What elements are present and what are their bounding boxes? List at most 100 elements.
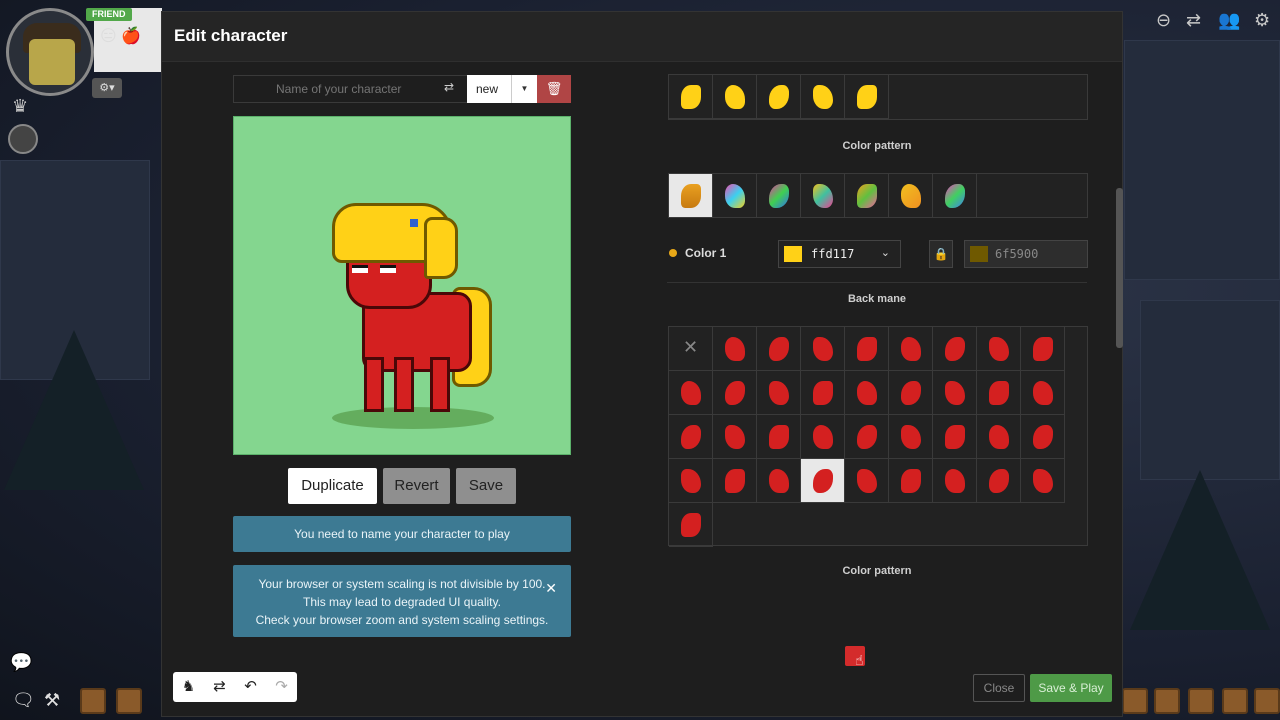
back-mane-option[interactable] <box>713 459 757 503</box>
back-mane-option[interactable] <box>1021 415 1065 459</box>
color-pattern-option[interactable] <box>669 174 713 218</box>
close-button[interactable]: Close <box>973 674 1025 702</box>
mane-option[interactable] <box>669 75 713 119</box>
back-mane-option[interactable] <box>933 459 977 503</box>
back-mane-option[interactable] <box>889 459 933 503</box>
character-select[interactable]: new ▼ <box>467 75 537 103</box>
back-mane-option[interactable]: ✕ <box>669 327 713 371</box>
player-menu-button[interactable]: ⚙▾ <box>92 78 122 98</box>
back-mane-option[interactable] <box>713 415 757 459</box>
color2-input[interactable]: 6f5900 <box>964 240 1088 268</box>
back-mane-option[interactable] <box>1021 459 1065 503</box>
back-mane-option[interactable] <box>977 327 1021 371</box>
editor-toolbar: ♞ ⇄ ↶ ↷ <box>173 672 297 702</box>
back-mane-option[interactable] <box>933 327 977 371</box>
back-mane-option[interactable] <box>801 371 845 415</box>
character-name-input[interactable] <box>233 75 468 103</box>
mane-option[interactable] <box>757 75 801 119</box>
section-divider <box>667 282 1087 283</box>
section-title-color-pattern: Color pattern <box>842 140 912 152</box>
back-mane-option[interactable] <box>845 371 889 415</box>
lock-button[interactable]: 🔒 <box>929 240 953 268</box>
action-slot[interactable] <box>1254 688 1280 714</box>
scaling-warning-line: Check your browser zoom and system scali… <box>255 613 549 627</box>
back-mane-option[interactable] <box>669 503 713 547</box>
settings-round-icon[interactable] <box>8 124 38 154</box>
back-mane-option[interactable] <box>801 415 845 459</box>
duplicate-button[interactable]: Duplicate <box>288 468 377 504</box>
back-mane-option[interactable] <box>713 327 757 371</box>
section-title-color-pattern: Color pattern <box>842 565 912 577</box>
hammer-icon[interactable]: ⚒ <box>44 690 60 711</box>
swap-icon[interactable]: ⇄ <box>204 672 235 702</box>
random-name-icon[interactable]: ⇄ <box>444 80 454 94</box>
back-mane-option[interactable] <box>757 459 801 503</box>
close-icon[interactable]: ✕ <box>545 579 557 597</box>
back-mane-option[interactable] <box>845 459 889 503</box>
back-mane-option[interactable] <box>977 459 1021 503</box>
back-mane-icon <box>1033 381 1053 405</box>
action-slot[interactable] <box>1222 688 1248 714</box>
back-mane-option[interactable] <box>845 327 889 371</box>
mane-option[interactable] <box>713 75 757 119</box>
friends-icon[interactable]: 👥 <box>1218 10 1240 30</box>
chat-icon[interactable]: 💬 <box>10 652 32 673</box>
color-pattern-option[interactable] <box>845 174 889 218</box>
color-pattern-option[interactable] <box>933 174 977 218</box>
player-avatar[interactable] <box>6 8 94 96</box>
back-mane-option[interactable] <box>933 371 977 415</box>
back-mane-option[interactable] <box>669 459 713 503</box>
back-mane-option[interactable] <box>977 415 1021 459</box>
color-pattern-option[interactable] <box>801 174 845 218</box>
action-slot[interactable] <box>1122 688 1148 714</box>
back-mane-icon <box>725 469 745 493</box>
back-mane-option[interactable] <box>757 327 801 371</box>
back-mane-option[interactable] <box>669 415 713 459</box>
back-mane-option[interactable] <box>669 371 713 415</box>
back-mane-option[interactable] <box>713 371 757 415</box>
color1-picker[interactable]: ffd117 ⌄ <box>778 240 901 268</box>
back-mane-option[interactable] <box>757 415 801 459</box>
block-icon[interactable]: ⊖ <box>1156 10 1171 30</box>
panel-scrollbar[interactable] <box>1116 188 1123 348</box>
speech-icon[interactable]: 🗨 <box>12 690 35 711</box>
mane-option[interactable] <box>801 75 845 119</box>
swap-icon[interactable]: ⇄ <box>1186 10 1201 30</box>
back-mane-icon <box>681 381 701 405</box>
character-preview <box>233 116 571 455</box>
back-mane-option[interactable] <box>889 327 933 371</box>
action-slot[interactable] <box>1154 688 1180 714</box>
back-mane-option[interactable] <box>1021 371 1065 415</box>
chevron-down-icon: ⌄ <box>880 247 890 259</box>
back-mane-option[interactable] <box>801 459 845 503</box>
color-pattern-option[interactable] <box>757 174 801 218</box>
back-mane-icon <box>1033 425 1053 449</box>
mane-option[interactable] <box>845 75 889 119</box>
crown-icon[interactable]: ♛ <box>12 96 28 117</box>
back-mane-option[interactable] <box>845 415 889 459</box>
apple-icon[interactable]: 🍎 <box>121 28 141 46</box>
back-mane-option[interactable] <box>889 415 933 459</box>
scaling-warning-line: Your browser or system scaling is not di… <box>258 577 546 591</box>
pony-eye <box>352 265 368 273</box>
action-slot[interactable] <box>116 688 142 714</box>
undo-icon[interactable]: ↶ <box>235 672 266 702</box>
action-slot[interactable] <box>80 688 106 714</box>
save-button[interactable]: Save <box>456 468 516 504</box>
revert-button[interactable]: Revert <box>383 468 450 504</box>
color-pattern-option[interactable] <box>713 174 757 218</box>
redo-icon[interactable]: ↷ <box>266 672 297 702</box>
back-mane-option[interactable] <box>933 415 977 459</box>
delete-character-button[interactable]: 🗑 <box>537 75 571 103</box>
back-mane-option[interactable] <box>757 371 801 415</box>
pony-head-icon[interactable]: ♞ <box>173 672 204 702</box>
gear-icon[interactable]: ⚙ <box>1254 10 1270 30</box>
save-and-play-button[interactable]: Save & Play <box>1030 674 1112 702</box>
color-pattern-option[interactable] <box>889 174 933 218</box>
back-mane-option[interactable] <box>801 327 845 371</box>
action-slot[interactable] <box>1188 688 1214 714</box>
back-mane-option[interactable] <box>889 371 933 415</box>
back-mane-option[interactable] <box>1021 327 1065 371</box>
expression-icon[interactable]: 😑 <box>100 28 117 46</box>
back-mane-option[interactable] <box>977 371 1021 415</box>
